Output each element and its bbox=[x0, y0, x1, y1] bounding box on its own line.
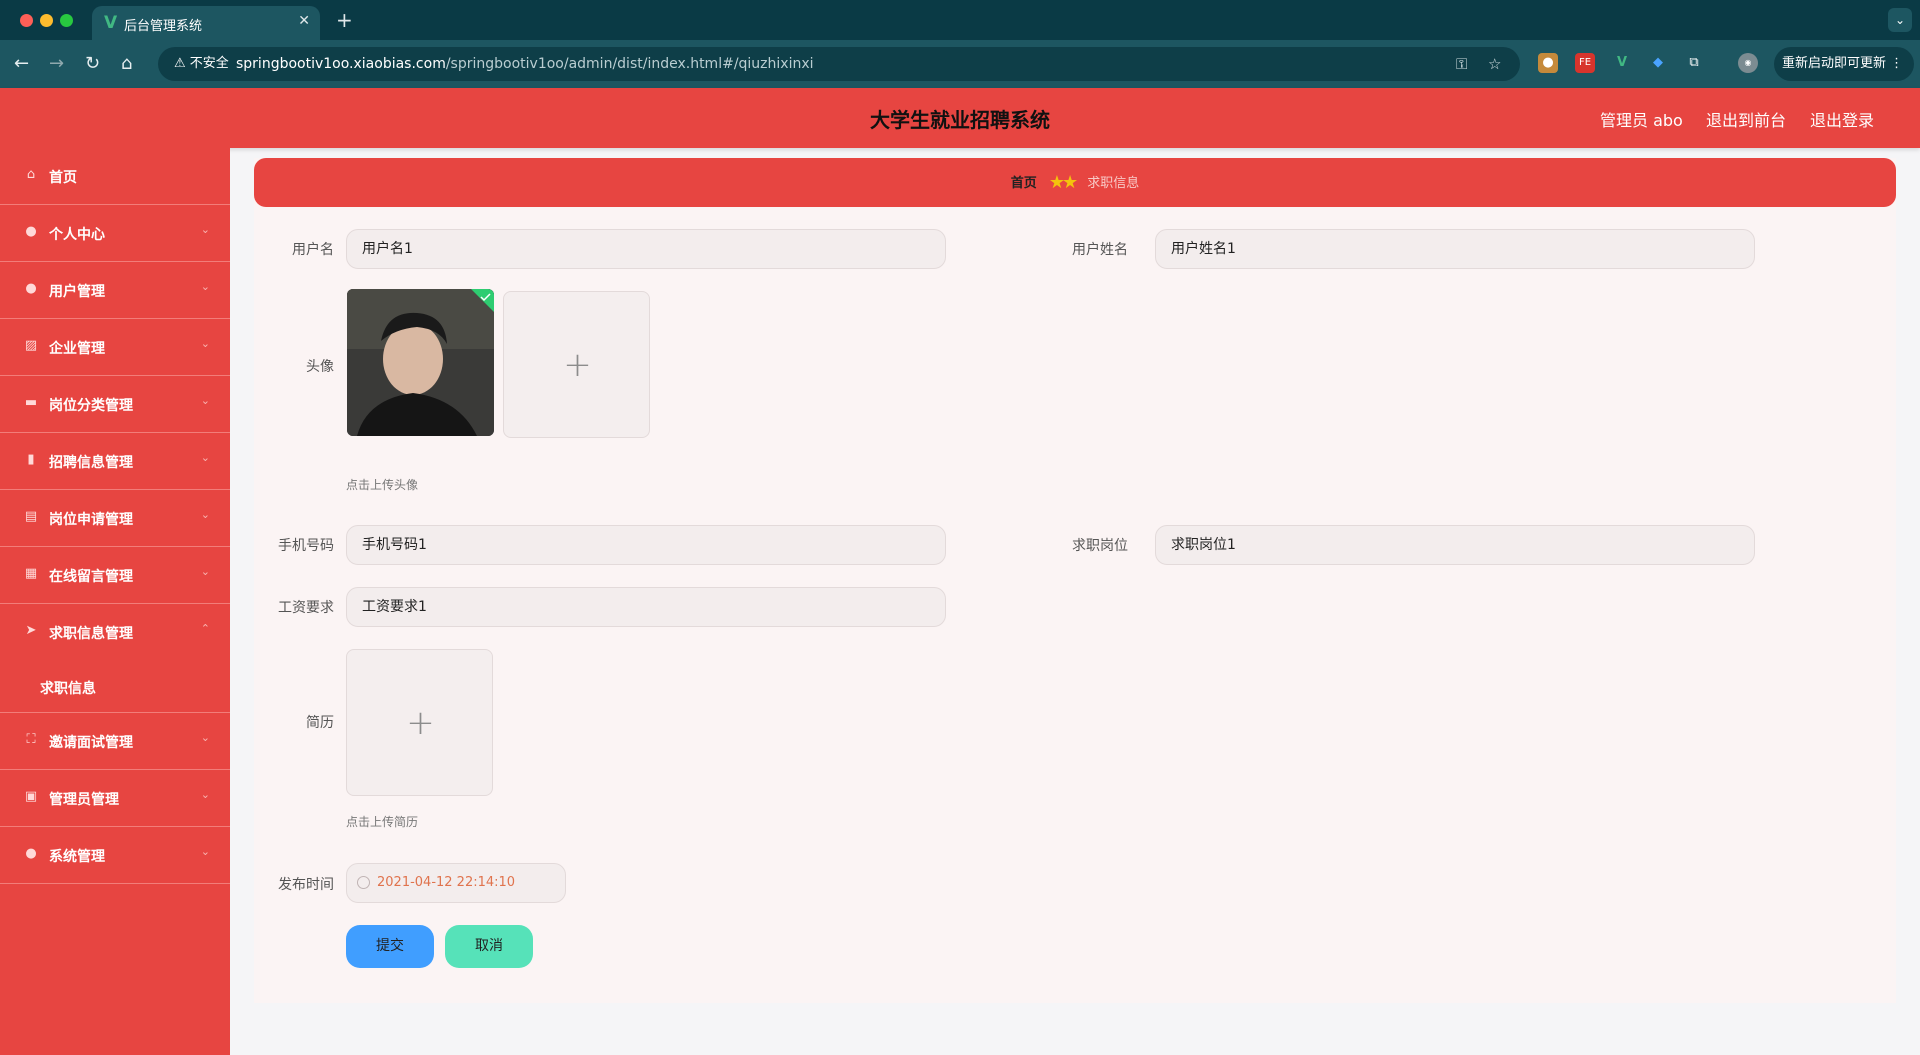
puzzle-icon[interactable]: ⧉ bbox=[1684, 53, 1704, 73]
maximize-window-button[interactable] bbox=[60, 14, 73, 27]
chevron-down-icon: ⌄ bbox=[200, 731, 210, 744]
back-arrow-icon[interactable]: ← bbox=[14, 53, 29, 74]
extension-icon[interactable]: ● bbox=[1538, 53, 1558, 73]
tab-search-icon[interactable]: ⌄ bbox=[1888, 8, 1912, 32]
insecure-badge[interactable]: ⚠ 不安全 bbox=[166, 53, 237, 75]
browser-tab[interactable]: V 后台管理系统 ✕ bbox=[92, 6, 320, 40]
fullscreen-icon: ⛶ bbox=[26, 732, 36, 747]
publish-time-field[interactable]: 2021-04-12 22:14:10 bbox=[346, 863, 566, 903]
sidebar-item-recruitment[interactable]: ▮ 招聘信息管理 ⌄ bbox=[0, 433, 230, 490]
resume-label: 简历 bbox=[306, 715, 334, 731]
briefcase-icon: ▤ bbox=[24, 509, 38, 524]
home-icon: ⌂ bbox=[26, 167, 36, 182]
chevron-down-icon: ⌄ bbox=[200, 788, 210, 801]
user-icon: ● bbox=[25, 224, 37, 239]
reload-icon[interactable]: ↻ bbox=[85, 53, 100, 74]
phone-label: 手机号码 bbox=[278, 538, 334, 554]
delete-icon: ▣ bbox=[24, 789, 38, 804]
grid-icon: ▦ bbox=[24, 566, 38, 581]
plus-icon: + bbox=[563, 345, 592, 385]
main-content: 首页 ★★ 求职信息 用户名 用户名1 用户姓名 用户姓名1 头像 + 点击上传… bbox=[254, 158, 1896, 1003]
username-field[interactable]: 用户名1 bbox=[346, 229, 946, 269]
home-icon[interactable]: ⌂ bbox=[121, 53, 132, 74]
chevron-down-icon: ⌄ bbox=[200, 451, 210, 464]
bar-chart-icon: ▮ bbox=[27, 452, 35, 467]
salary-label: 工资要求 bbox=[278, 600, 334, 616]
realname-field[interactable]: 用户姓名1 bbox=[1155, 229, 1755, 269]
logout-link[interactable]: 退出登录 bbox=[1810, 107, 1874, 131]
chevron-down-icon: ⌄ bbox=[200, 845, 210, 858]
sidebar: ⌂ 首页 ● 个人中心 ⌄ ● 用户管理 ⌄ ▨ 企业管理 ⌄ ▬ 岗位分类管理… bbox=[0, 148, 230, 1055]
submit-button[interactable]: 提交 bbox=[346, 925, 434, 968]
clock-icon bbox=[357, 876, 370, 889]
sidebar-item-job-categories[interactable]: ▬ 岗位分类管理 ⌄ bbox=[0, 376, 230, 433]
url-text: springbootiv1oo.xiaobias.com/springbooti… bbox=[236, 56, 814, 72]
warning-icon: ⚠ bbox=[174, 56, 186, 71]
realname-label: 用户姓名 bbox=[1072, 242, 1128, 258]
avatar-upload-button[interactable]: + bbox=[503, 291, 650, 438]
gem-extension-icon[interactable]: ◆ bbox=[1648, 53, 1668, 73]
sidebar-item-system[interactable]: ● 系统管理 ⌄ bbox=[0, 827, 230, 884]
position-field[interactable]: 求职岗位1 bbox=[1155, 525, 1755, 565]
sidebar-item-profile[interactable]: ● 个人中心 ⌄ bbox=[0, 205, 230, 262]
forward-arrow-icon[interactable]: → bbox=[49, 53, 64, 74]
resume-upload-tip: 点击上传简历 bbox=[346, 815, 419, 829]
chevron-down-icon: ⌄ bbox=[200, 394, 210, 407]
vue-logo-icon: V bbox=[104, 13, 118, 33]
sidebar-item-companies[interactable]: ▨ 企业管理 ⌄ bbox=[0, 319, 230, 376]
star-icon[interactable]: ☆ bbox=[1488, 55, 1501, 73]
breadcrumb-current: 求职信息 bbox=[1087, 176, 1140, 191]
sidebar-item-applications[interactable]: ▤ 岗位申请管理 ⌄ bbox=[0, 490, 230, 547]
profile-avatar[interactable]: ◉ bbox=[1738, 53, 1758, 73]
chevron-down-icon: ⌄ bbox=[200, 223, 210, 236]
sidebar-item-messages[interactable]: ▦ 在线留言管理 ⌄ bbox=[0, 547, 230, 604]
send-icon: ➤ bbox=[25, 623, 37, 638]
chevron-up-icon: ⌃ bbox=[200, 622, 210, 635]
new-tab-icon[interactable]: + bbox=[336, 8, 353, 32]
location-icon: ● bbox=[25, 846, 37, 861]
browser-tab-bar: V 后台管理系统 ✕ + ⌄ bbox=[0, 0, 1920, 40]
close-icon[interactable]: ✕ bbox=[298, 13, 310, 29]
avatar-label: 头像 bbox=[306, 359, 334, 375]
vue-devtools-icon[interactable]: V bbox=[1612, 53, 1632, 73]
chevron-down-icon: ⌄ bbox=[200, 565, 210, 578]
exit-to-frontend-link[interactable]: 退出到前台 bbox=[1706, 107, 1786, 131]
app-header: 大学生就业招聘系统 管理员 abo 退出到前台 退出登录 bbox=[0, 88, 1920, 148]
breadcrumb-home[interactable]: 首页 bbox=[1011, 176, 1037, 191]
close-window-button[interactable] bbox=[20, 14, 33, 27]
resume-upload-button[interactable]: + bbox=[346, 649, 493, 796]
plus-icon: + bbox=[406, 703, 435, 743]
chevron-down-icon: ⌄ bbox=[200, 508, 210, 521]
browser-address-bar: ← → ↻ ⌂ ⚠ 不安全 springbootiv1oo.xiaobias.c… bbox=[0, 40, 1920, 88]
phone-field[interactable]: 手机号码1 bbox=[346, 525, 946, 565]
monitor-icon: ▬ bbox=[24, 395, 38, 410]
star-separator-icon: ★★ bbox=[1048, 172, 1078, 193]
position-label: 求职岗位 bbox=[1072, 538, 1128, 554]
admin-user-label: 管理员 abo bbox=[1600, 111, 1683, 130]
sidebar-item-admins[interactable]: ▣ 管理员管理 ⌄ bbox=[0, 770, 230, 827]
publish-time-label: 发布时间 bbox=[278, 877, 334, 893]
sidebar-item-home[interactable]: ⌂ 首页 bbox=[0, 148, 230, 205]
sidebar-item-users[interactable]: ● 用户管理 ⌄ bbox=[0, 262, 230, 319]
chevron-down-icon: ⌄ bbox=[200, 337, 210, 350]
update-button[interactable]: 重新启动即可更新 ⋮ bbox=[1774, 47, 1914, 81]
cancel-button[interactable]: 取消 bbox=[445, 925, 533, 968]
breadcrumb: 首页 ★★ 求职信息 bbox=[254, 158, 1896, 207]
user-icon: ● bbox=[25, 281, 37, 296]
chevron-down-icon: ⌄ bbox=[200, 280, 210, 293]
tab-title: 后台管理系统 bbox=[124, 19, 203, 34]
avatar-image[interactable] bbox=[347, 289, 494, 436]
chart-icon: ▨ bbox=[24, 338, 38, 353]
salary-field[interactable]: 工资要求1 bbox=[346, 587, 946, 627]
sidebar-item-interviews[interactable]: ⛶ 邀请面试管理 ⌄ bbox=[0, 713, 230, 770]
minimize-window-button[interactable] bbox=[40, 14, 53, 27]
sidebar-subitem-job-seeking-info[interactable]: 求职信息 bbox=[0, 661, 230, 713]
sidebar-item-job-seeking[interactable]: ➤ 求职信息管理 ⌃ bbox=[0, 604, 230, 661]
url-bar[interactable]: ⚠ 不安全 springbootiv1oo.xiaobias.com/sprin… bbox=[158, 47, 1520, 81]
username-label: 用户名 bbox=[292, 242, 334, 258]
key-icon[interactable]: ⚿ bbox=[1456, 55, 1467, 73]
fe-extension-icon[interactable]: FE bbox=[1575, 53, 1595, 73]
avatar-upload-tip: 点击上传头像 bbox=[346, 478, 419, 492]
